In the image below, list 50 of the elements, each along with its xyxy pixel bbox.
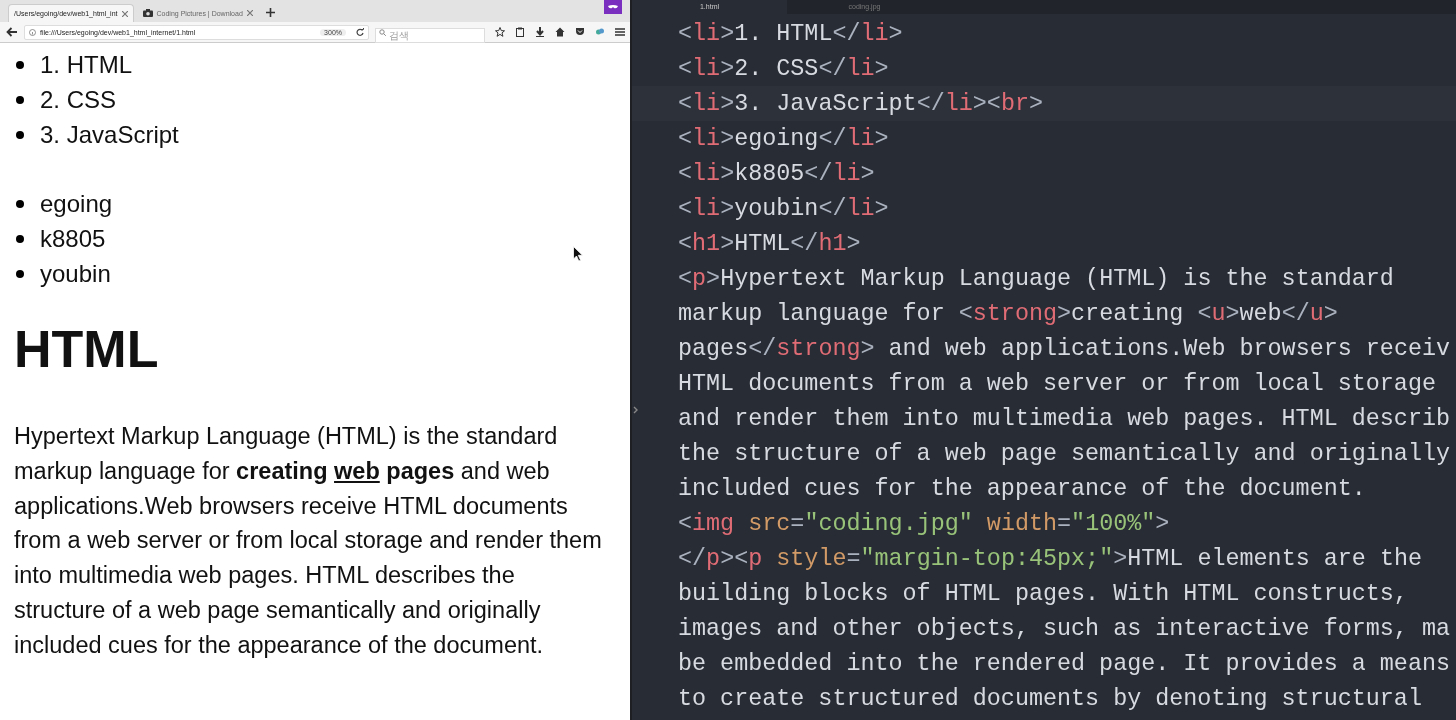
paragraph: Hypertext Markup Language (HTML) is the standard markup language for creating web pages and web applications.Web browsers receive HTML documents from a web server or from local storage and render them into multimedia web pages. HTML describes the structure of a web page semantically and originally included cues for the appearance of the document. [14,422,603,660]
list-item-text: 2. CSS [40,85,117,114]
code-line: <li>2. CSS</li> [678,55,889,82]
code-line: markup language for <strong>creating <u>web</u> [678,300,1338,327]
code-line: images and other objects, such as interactive forms, ma [678,615,1451,642]
code-line: included cues for the appearance of the document. [678,475,1366,502]
code-line: be embedded into the rendered page. It provides a means [678,650,1451,677]
list-item-text: egoing [40,189,113,218]
close-icon[interactable] [246,10,253,16]
bullet-icon [16,269,24,278]
code-line: pages</strong> and web applications.Web browsers receiv [678,335,1451,362]
code-line: <img src="coding.jpg" width="100%"> [678,510,1170,537]
bullet-icon [16,234,24,243]
cursor-icon [573,246,583,262]
menu-icon[interactable] [615,27,625,37]
code-line: <h1>HTML</h1> [678,230,861,257]
code-line: <li>youbin</li> [678,195,889,222]
code-line: <li>3. JavaScript</li><br> [678,90,1043,117]
code-line: <li>1. HTML</li> [678,20,903,47]
bullet-icon [16,60,24,69]
download-icon[interactable] [535,27,545,37]
search-field[interactable]: 검색 [375,27,485,43]
reload-icon[interactable] [356,28,364,36]
new-tab-icon[interactable] [265,8,275,17]
list-item-text: 3. JavaScript [40,120,179,149]
code-line: building blocks of HTML pages. With HTML constructs, [678,580,1408,607]
code-line: <li>k8805</li> [678,160,875,187]
code-line: HTML documents from a web server or from local storage [678,370,1436,397]
bullet-icon [16,199,24,208]
home-icon[interactable] [555,27,565,37]
back-icon[interactable] [6,27,18,37]
close-icon[interactable] [121,10,128,17]
bullet-icon [16,130,24,139]
code-line: to create structured documents by denoting structural [678,685,1422,712]
code-line: and render them into multimedia web pages. HTML describ [678,405,1451,432]
code-line: </p><p style="margin-top:45px;">HTML elements are the [678,545,1423,572]
bullet-icon [16,95,24,104]
code-line: <p>Hypertext Markup Language (HTML) is the standard [678,265,1394,292]
list-item-text: 1. HTML [40,50,132,79]
list-item-text: k8805 [40,224,106,253]
star-icon[interactable] [495,27,505,37]
code-line: <li>egoing</li> [678,125,889,152]
clipboard-icon[interactable] [515,27,525,37]
code-line: the structure of a web page semantically and originally [678,440,1451,467]
pocket-icon[interactable] [575,27,585,37]
mask-icon [604,0,622,14]
list-item-text: youbin [40,259,111,288]
page-heading: HTML [14,319,160,379]
search-icon [379,28,386,36]
info-icon [29,28,36,36]
